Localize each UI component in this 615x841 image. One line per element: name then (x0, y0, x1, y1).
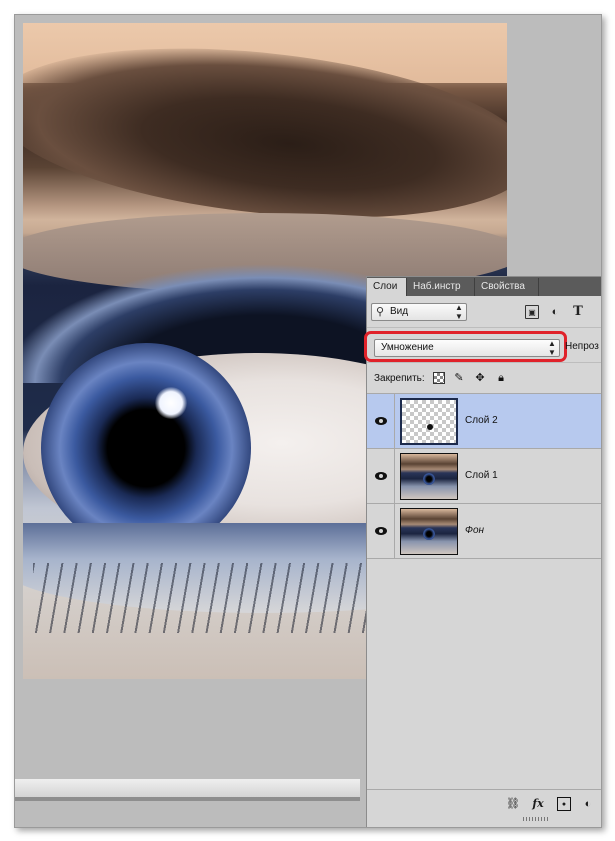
lock-label: Закрепить: (374, 373, 425, 384)
thumbnail-iris (423, 528, 435, 540)
tab-layers[interactable]: Слои (367, 278, 407, 296)
blend-mode-select[interactable]: Умножение ▲ ▼ (374, 339, 560, 357)
panel-footer: ⛓︎ fx ● ◐ (367, 789, 601, 816)
tab-properties[interactable]: Свойства (475, 278, 539, 296)
layer-name[interactable]: Слой 1 (465, 470, 498, 481)
eye-icon[interactable] (375, 525, 387, 537)
layer-thumbnail (400, 508, 458, 555)
link-icon[interactable]: ⛓︎ (506, 797, 520, 811)
thumbnail-iris (423, 473, 435, 485)
resize-grip[interactable] (523, 817, 549, 821)
eye-highlight (155, 387, 187, 419)
lock-all-icon[interactable]: 🔒︎ (495, 372, 507, 384)
layer-filter-select[interactable]: ⚲ Вид ▲ ▼ (371, 303, 467, 321)
layer-row-layer-1[interactable]: Слой 1 (367, 449, 601, 504)
lock-paint-icon[interactable]: ✎ (453, 372, 465, 384)
adjustment-icon[interactable]: ◐ (581, 797, 595, 811)
layer-filter-row: ⚲ Вид ▲ ▼ ▣ ◐ T (367, 301, 601, 323)
select-arrows-icon: ▲ ▼ (548, 339, 556, 357)
select-arrows-icon: ▲ ▼ (455, 303, 463, 321)
lock-row: Закрепить: ✎ ✥ 🔒︎ (367, 365, 601, 391)
lock-transparent-icon[interactable] (433, 372, 445, 384)
status-divider (15, 797, 360, 801)
opacity-label: Непроз (565, 341, 599, 352)
panel-tab-bar: Слои Наб.инстр Свойства (367, 277, 601, 296)
layer-name[interactable]: Фон (465, 525, 484, 536)
blend-mode-row: Умножение ▲ ▼ Непроз (364, 327, 601, 363)
visibility-divider (394, 394, 395, 449)
layers-list: Слой 2 Слой 1 Фон (367, 393, 601, 563)
mask-icon[interactable]: ● (557, 797, 571, 811)
eye-icon[interactable] (375, 470, 387, 482)
layer-thumbnail (400, 398, 458, 445)
thumbnail-dot (427, 424, 433, 430)
blend-mode-value: Умножение (381, 342, 434, 353)
eye-icon[interactable] (375, 415, 387, 427)
layer-row-layer-2[interactable]: Слой 2 (367, 394, 601, 449)
iris (41, 343, 251, 553)
layer-thumbnail (400, 453, 458, 500)
photoshop-window: Слои Наб.инстр Свойства ⚲ Вид ▲ ▼ ▣ ◐ T У… (14, 14, 602, 828)
visibility-divider (394, 504, 395, 559)
image-filter-icon[interactable]: ▣ (525, 305, 539, 319)
search-icon: ⚲ (376, 306, 385, 318)
adjustment-filter-icon[interactable]: ◐ (548, 305, 562, 319)
layer-row-background[interactable]: Фон (367, 504, 601, 559)
lock-move-icon[interactable]: ✥ (474, 372, 486, 384)
visibility-divider (394, 449, 395, 504)
type-filter-icon[interactable]: T (571, 305, 585, 319)
layer-name[interactable]: Слой 2 (465, 415, 498, 426)
tab-tool-presets[interactable]: Наб.инстр (407, 278, 475, 296)
fx-icon[interactable]: fx (531, 797, 545, 811)
layer-filter-value: Вид (390, 306, 409, 317)
horizontal-scrollbar[interactable] (15, 779, 360, 797)
layers-panel: Слои Наб.инстр Свойства ⚲ Вид ▲ ▼ ▣ ◐ T У… (364, 276, 601, 827)
